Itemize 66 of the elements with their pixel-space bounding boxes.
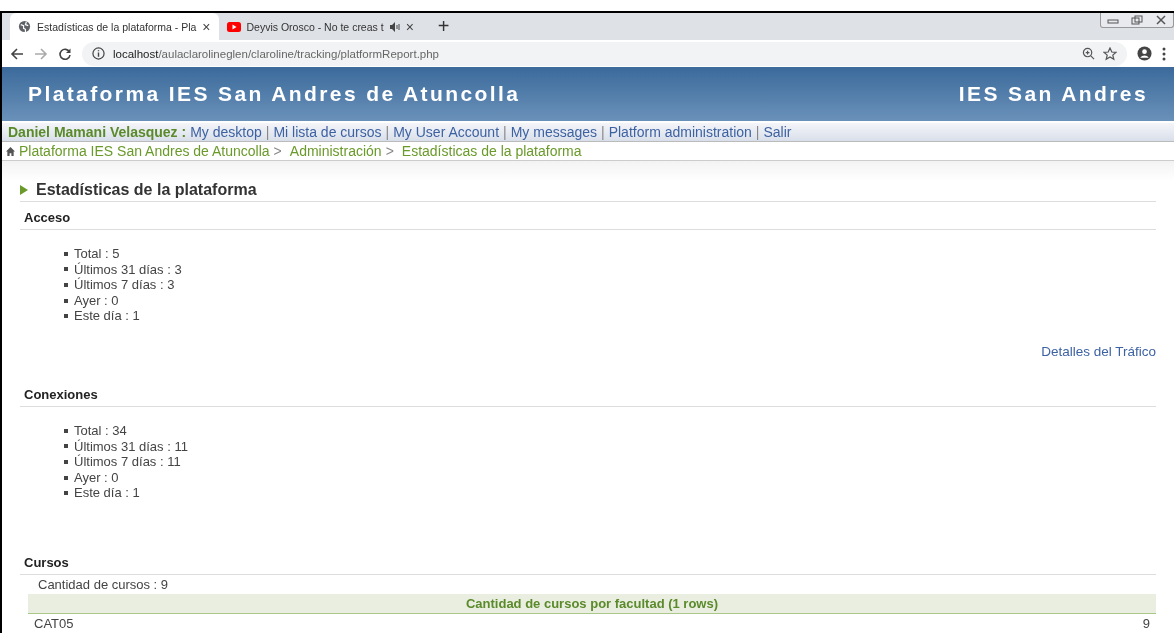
breadcrumb-separator: > <box>385 143 394 160</box>
bullet-icon <box>64 460 68 465</box>
institution-name: IES San Andres <box>958 82 1148 107</box>
section-heading: Conexiones <box>20 379 1156 408</box>
address-field[interactable]: localhost/aulaclarolineglen/claroline/tracking/platformReport.php <box>82 41 1127 66</box>
close-tab-button[interactable]: × <box>405 18 414 35</box>
section-heading: Cursos <box>20 547 1156 575</box>
table-title: Cantidad de cursos por facultad (1 rows) <box>28 594 1156 614</box>
stat-item: Últimos 7 días : 11 <box>74 454 181 470</box>
nav-link[interactable]: Salir <box>763 124 792 141</box>
info-icon[interactable] <box>92 47 105 60</box>
stat-item: Total : 34 <box>74 423 127 439</box>
breadcrumb-link[interactable]: Plataforma IES San Andres de Atuncolla <box>19 143 270 160</box>
bullet-icon <box>64 491 68 496</box>
bullet-icon <box>64 298 68 303</box>
stat-item: Últimos 31 días : 3 <box>74 261 182 277</box>
stat-item: Este día : 1 <box>74 308 140 325</box>
separator: | <box>385 124 390 141</box>
zoom-icon[interactable] <box>1082 47 1095 60</box>
stat-item: Este día : 1 <box>74 485 140 501</box>
table-cell: 9 <box>1142 616 1150 631</box>
section-heading: Acceso <box>20 202 1156 231</box>
account-icon[interactable] <box>1137 46 1152 61</box>
browser-tab[interactable]: Deyvis Orosco - No te creas t × <box>218 13 422 40</box>
table-cell: CAT05 <box>34 616 74 631</box>
nav-link[interactable]: My User Account <box>393 124 500 141</box>
triangle-icon <box>20 185 28 196</box>
video-play-icon <box>226 21 241 32</box>
bullet-icon <box>64 267 68 272</box>
separator: | <box>503 124 507 141</box>
nav-link[interactable]: My desktop <box>190 124 262 141</box>
course-count: Cantidad de cursos : 9 <box>37 576 170 594</box>
home-icon[interactable] <box>6 146 15 156</box>
separator: | <box>601 124 605 141</box>
site-title: Plataforma IES San Andres de Atuncolla <box>28 82 521 107</box>
bullet-icon <box>64 283 68 288</box>
nav-link[interactable]: Platform administration <box>608 124 752 141</box>
page-title: Estadísticas de la plataforma <box>36 181 257 200</box>
bullet-icon <box>64 314 68 319</box>
menu-icon[interactable] <box>1162 46 1166 61</box>
breadcrumb-separator: > <box>273 143 282 160</box>
globe-icon <box>18 20 31 33</box>
separator: | <box>265 124 270 141</box>
nav-link[interactable]: My messages <box>510 124 598 141</box>
breadcrumb-link[interactable]: Administración <box>289 143 382 160</box>
bullet-icon <box>64 428 68 433</box>
user-name: Daniel Mamani Velasquez : <box>8 124 187 141</box>
close-tab-button[interactable]: × <box>202 18 211 35</box>
separator: | <box>755 124 760 141</box>
stat-item: Últimos 31 días : 11 <box>74 438 188 454</box>
browser-tab[interactable]: Estadísticas de la plataforma - Pla × <box>10 13 219 40</box>
stat-item: Total : 5 <box>74 246 120 262</box>
stat-item: Ayer : 0 <box>74 292 119 309</box>
stat-item: Últimos 7 días : 3 <box>74 277 175 293</box>
reload-icon[interactable] <box>58 46 72 61</box>
breadcrumb-link[interactable]: Estadísticas de la plataforma <box>401 143 582 160</box>
bullet-icon <box>64 251 68 256</box>
bullet-icon <box>64 444 68 449</box>
back-icon[interactable] <box>10 46 24 61</box>
new-tab-button[interactable]: + <box>431 14 456 39</box>
star-icon[interactable] <box>1103 46 1117 61</box>
bullet-icon <box>64 475 68 480</box>
speaker-icon[interactable] <box>389 21 400 32</box>
stat-item: Ayer : 0 <box>74 469 119 486</box>
traffic-details-link[interactable]: Detalles del Tráfico <box>1041 344 1156 360</box>
nav-link[interactable]: Mi lista de cursos <box>273 124 382 141</box>
